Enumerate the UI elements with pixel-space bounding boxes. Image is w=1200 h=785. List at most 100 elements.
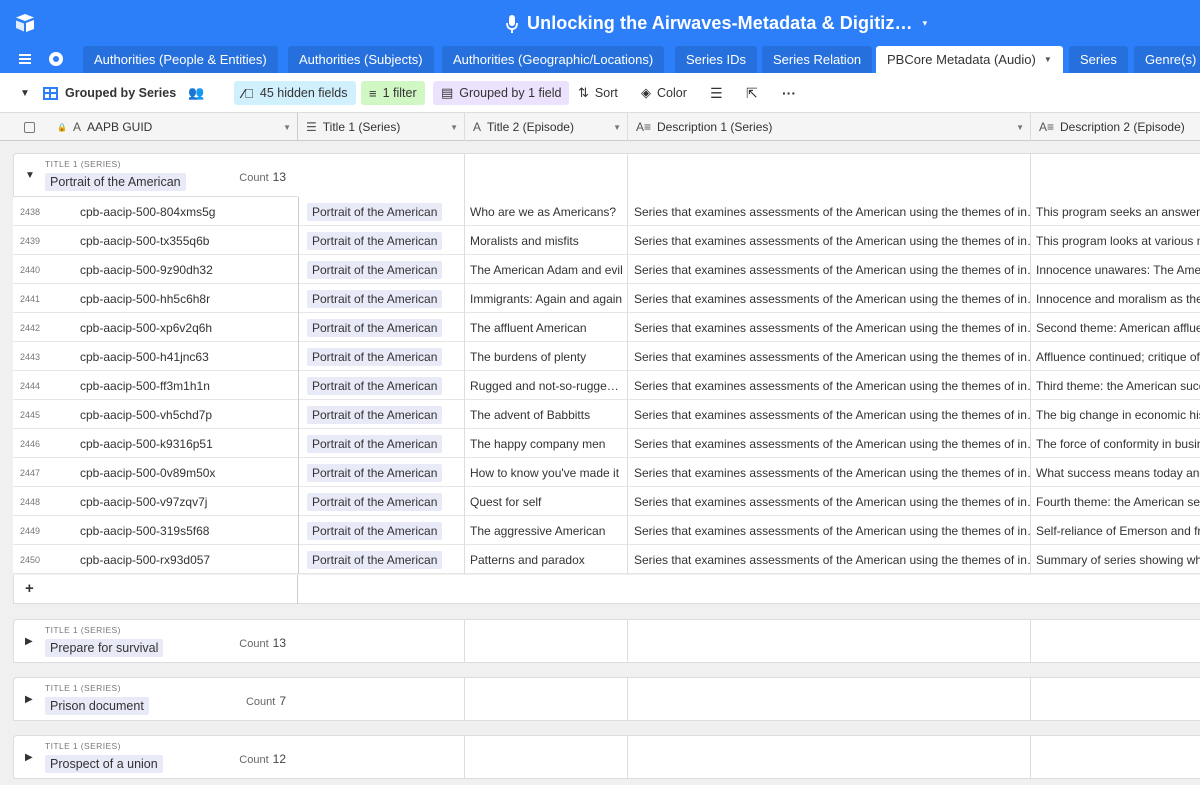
filter-button[interactable]: ≡ 1 filter (361, 81, 425, 105)
title2-cell[interactable]: Rugged and not-so-rugge… (465, 371, 628, 400)
group-button[interactable]: ▤ Grouped by 1 field (433, 81, 570, 105)
guid-cell[interactable]: cpb-aacip-500-k9316p51 (80, 429, 290, 458)
guid-cell[interactable]: cpb-aacip-500-hh5c6h8r (80, 284, 290, 313)
guid-cell[interactable]: cpb-aacip-500-319s5f68 (80, 516, 290, 545)
guid-cell[interactable]: cpb-aacip-500-rx93d057 (80, 545, 290, 574)
primary-field-header[interactable]: 🔒 A AAPB GUID ▼ (0, 113, 298, 141)
desc1-cell[interactable]: Series that examines assessments of the … (628, 284, 1031, 313)
title2-column-header[interactable]: A Title 2 (Episode) ▼ (465, 113, 628, 141)
desc1-cell[interactable]: Series that examines assessments of the … (628, 197, 1031, 226)
collaborators-icon[interactable]: 👥 (188, 85, 204, 101)
expand-icon[interactable]: ▶ (25, 694, 33, 705)
chevron-down-icon[interactable]: ▼ (450, 123, 458, 132)
desc1-column-header[interactable]: A≡ Description 1 (Series) ▼ (628, 113, 1031, 141)
guid-cell[interactable]: cpb-aacip-500-0v89m50x (80, 458, 290, 487)
select-all-checkbox[interactable] (24, 121, 35, 133)
title1-cell[interactable]: Portrait of the American (298, 197, 465, 226)
desc2-cell[interactable]: What success means today and (1031, 458, 1200, 487)
group-header[interactable]: ▶ TITLE 1 (SERIES) Prison document Count… (13, 677, 298, 721)
title1-cell[interactable]: Portrait of the American (298, 255, 465, 284)
title1-cell[interactable]: Portrait of the American (298, 545, 465, 574)
guid-cell[interactable]: cpb-aacip-500-v97zqv7j (80, 487, 290, 516)
add-record-cell[interactable]: + (13, 575, 298, 604)
title2-cell[interactable]: The happy company men (465, 429, 628, 458)
title2-cell[interactable]: Who are we as Americans? (465, 197, 628, 226)
desc2-cell[interactable]: This program looks at various m (1031, 226, 1200, 255)
group-header[interactable]: ▶ TITLE 1 (SERIES) Prospect of a union C… (13, 735, 298, 779)
desc2-cell[interactable]: Self-reliance of Emerson and fro (1031, 516, 1200, 545)
chevron-down-icon[interactable]: ▼ (613, 123, 621, 132)
title1-cell[interactable]: Portrait of the American (298, 313, 465, 342)
title2-cell[interactable]: Immigrants: Again and again (465, 284, 628, 313)
guid-cell[interactable]: cpb-aacip-500-tx355q6b (80, 226, 290, 255)
guid-cell[interactable]: cpb-aacip-500-9z90dh32 (80, 255, 290, 284)
desc2-cell[interactable]: Innocence and moralism as they (1031, 284, 1200, 313)
title1-cell[interactable]: Portrait of the American (298, 342, 465, 371)
table-row[interactable]: 2438 cpb-aacip-500-804xms5g Portrait of … (13, 197, 1200, 226)
desc2-cell[interactable]: Second theme: American affluen (1031, 313, 1200, 342)
more-options-icon[interactable]: ··· (782, 81, 796, 105)
table-row[interactable]: 2447 cpb-aacip-500-0v89m50x Portrait of … (13, 458, 1200, 487)
table-row[interactable]: 2446 cpb-aacip-500-k9316p51 Portrait of … (13, 429, 1200, 458)
table-row[interactable]: 2444 cpb-aacip-500-ff3m1h1n Portrait of … (13, 371, 1200, 400)
title1-cell[interactable]: Portrait of the American (298, 458, 465, 487)
title1-cell[interactable]: Portrait of the American (298, 284, 465, 313)
desc1-cell[interactable]: Series that examines assessments of the … (628, 226, 1031, 255)
desc1-cell[interactable]: Series that examines assessments of the … (628, 400, 1031, 429)
desc1-cell[interactable]: Series that examines assessments of the … (628, 255, 1031, 284)
tab-series-relation[interactable]: Series Relation (762, 46, 873, 73)
table-row[interactable]: 2443 cpb-aacip-500-h41jnc63 Portrait of … (13, 342, 1200, 371)
title2-cell[interactable]: Quest for self (465, 487, 628, 516)
sort-button[interactable]: ⇅ Sort (578, 81, 618, 105)
base-title[interactable]: Unlocking the Airwaves-Metadata & Digiti… (505, 13, 927, 34)
expand-icon[interactable]: ▶ (25, 636, 33, 647)
title1-cell[interactable]: Portrait of the American (298, 371, 465, 400)
desc2-cell[interactable]: Third theme: the American succ (1031, 371, 1200, 400)
table-row[interactable]: 2448 cpb-aacip-500-v97zqv7j Portrait of … (13, 487, 1200, 516)
title2-cell[interactable]: Patterns and paradox (465, 545, 628, 574)
desc2-cell[interactable]: Innocence unawares: The Ameri (1031, 255, 1200, 284)
desc1-cell[interactable]: Series that examines assessments of the … (628, 487, 1031, 516)
table-row[interactable]: 2440 cpb-aacip-500-9z90dh32 Portrait of … (13, 255, 1200, 284)
chevron-down-icon[interactable]: ▼ (1044, 55, 1052, 64)
tab-authorities-geographic[interactable]: Authorities (Geographic/Locations) (442, 46, 665, 73)
table-row[interactable]: 2439 cpb-aacip-500-tx355q6b Portrait of … (13, 226, 1200, 255)
group-header[interactable]: ▼ TITLE 1 (SERIES) Portrait of the Ameri… (13, 153, 298, 197)
desc2-cell[interactable]: Summary of series showing wha (1031, 545, 1200, 574)
hidden-fields-button[interactable]: ⁄⃠ 45 hidden fields (234, 81, 356, 105)
expand-icon[interactable]: ▶ (25, 752, 33, 763)
chevron-down-icon[interactable]: ▼ (283, 123, 291, 132)
group-header[interactable]: ▶ TITLE 1 (SERIES) Prepare for survival … (13, 619, 298, 663)
desc1-cell[interactable]: Series that examines assessments of the … (628, 342, 1031, 371)
title2-cell[interactable]: The burdens of plenty (465, 342, 628, 371)
airtable-logo-icon[interactable] (14, 12, 36, 34)
title1-column-header[interactable]: ☰ Title 1 (Series) ▼ (298, 113, 465, 141)
guid-cell[interactable]: cpb-aacip-500-xp6v2q6h (80, 313, 290, 342)
desc1-cell[interactable]: Series that examines assessments of the … (628, 313, 1031, 342)
collapse-icon[interactable]: ▼ (25, 170, 35, 181)
title2-cell[interactable]: The American Adam and evil (465, 255, 628, 284)
title1-cell[interactable]: Portrait of the American (298, 429, 465, 458)
sidebar-toggle-icon[interactable]: ▼ (20, 81, 30, 105)
desc1-cell[interactable]: Series that examines assessments of the … (628, 371, 1031, 400)
share-view-icon[interactable]: ⇱ (746, 81, 758, 105)
table-row[interactable]: 2441 cpb-aacip-500-hh5c6h8r Portrait of … (13, 284, 1200, 313)
desc2-cell[interactable]: This program seeks an answer t (1031, 197, 1200, 226)
desc1-cell[interactable]: Series that examines assessments of the … (628, 545, 1031, 574)
tab-series[interactable]: Series (1069, 46, 1128, 73)
color-button[interactable]: ◈ Color (641, 81, 687, 105)
desc2-cell[interactable]: Fourth theme: the American sel (1031, 487, 1200, 516)
table-row[interactable]: 2450 cpb-aacip-500-rx93d057 Portrait of … (13, 545, 1200, 574)
desc2-column-header[interactable]: A≡ Description 2 (Episode) (1031, 113, 1200, 141)
guid-cell[interactable]: cpb-aacip-500-ff3m1h1n (80, 371, 290, 400)
title2-cell[interactable]: The advent of Babbitts (465, 400, 628, 429)
history-icon[interactable] (49, 52, 63, 66)
desc2-cell[interactable]: The force of conformity in busin (1031, 429, 1200, 458)
chevron-down-icon[interactable]: ▼ (1016, 123, 1024, 132)
title1-cell[interactable]: Portrait of the American (298, 226, 465, 255)
title2-cell[interactable]: Moralists and misfits (465, 226, 628, 255)
title2-cell[interactable]: How to know you've made it (465, 458, 628, 487)
title1-cell[interactable]: Portrait of the American (298, 516, 465, 545)
tab-authorities-subjects[interactable]: Authorities (Subjects) (288, 46, 434, 73)
desc1-cell[interactable]: Series that examines assessments of the … (628, 458, 1031, 487)
